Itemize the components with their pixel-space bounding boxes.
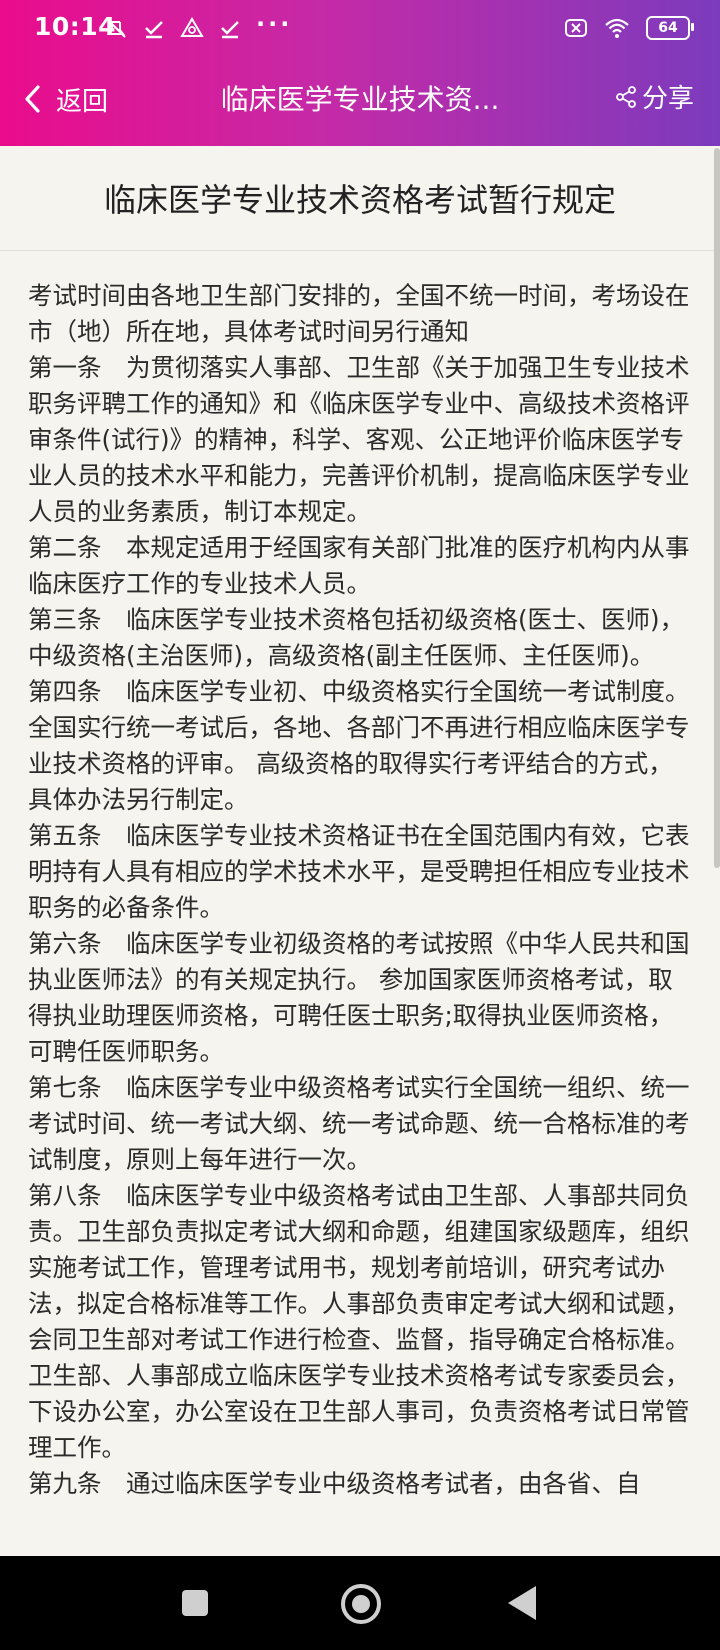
status-icons-left: ··· bbox=[104, 10, 293, 42]
top-navbar: 返回 临床医学专业技术资... 分享 bbox=[0, 56, 720, 146]
share-label: 分享 bbox=[641, 84, 694, 114]
back-label: 返回 bbox=[56, 86, 109, 117]
paragraph: 第八条 临床医学专业中级资格考试由卫生部、人事部共同负责。卫生部负责拟定考试大纲… bbox=[28, 1181, 690, 1462]
back-button[interactable]: 返回 bbox=[22, 76, 108, 122]
wifi-icon bbox=[605, 18, 629, 38]
battery-icon: 64 bbox=[646, 16, 694, 40]
scrollbar[interactable] bbox=[714, 148, 720, 868]
paragraph: 第六条 临床医学专业初级资格的考试按照《中华人民共和国执业医师法》的有关规定执行… bbox=[28, 929, 690, 1066]
recents-square-icon[interactable] bbox=[182, 1590, 208, 1616]
page-title: 临床医学专业技术资... bbox=[220, 83, 500, 116]
status-icons-right: 64 bbox=[564, 14, 694, 42]
paragraph: 第四条 临床医学专业初、中级资格实行全国统一考试制度。全国实行统一考试后，各地、… bbox=[28, 677, 690, 814]
download-check-icon bbox=[221, 21, 239, 39]
status-bar: 10:14 ··· 64 bbox=[0, 0, 720, 56]
alert-triangle-icon bbox=[180, 17, 204, 37]
document-heading: 临床医学专业技术资格考试暂行规定 bbox=[0, 146, 720, 251]
paragraph: 第九条 通过临床医学专业中级资格考试者，由各省、自 bbox=[28, 1469, 641, 1498]
document-body[interactable]: 考试时间由各地卫生部门安排的，全国不统一时间，考场设在市（地）所在地，具体考试时… bbox=[28, 278, 692, 1556]
paragraph: 考试时间由各地卫生部门安排的，全国不统一时间，考场设在市（地）所在地，具体考试时… bbox=[28, 281, 690, 346]
battery-level: 64 bbox=[658, 20, 678, 36]
paragraph: 第一条 为贯彻落实人事部、卫生部《关于加强卫生专业技术职务评聘工作的通知》和《临… bbox=[28, 353, 690, 526]
share-button[interactable]: 分享 bbox=[614, 78, 694, 115]
download-check-icon bbox=[145, 21, 163, 39]
paragraph: 第五条 临床医学专业技术资格证书在全国范围内有效，它表明持有人具有相应的学术技术… bbox=[28, 821, 690, 922]
system-navigation-bar bbox=[0, 1556, 720, 1650]
app-header: 10:14 ··· 64 返回 临床医学专业技术资... 分享 bbox=[0, 0, 720, 146]
paragraph: 第三条 临床医学专业技术资格包括初级资格(医士、医师)，中级资格(主治医师)，高… bbox=[28, 605, 685, 670]
mute-icon bbox=[106, 18, 126, 38]
home-circle-icon[interactable] bbox=[341, 1584, 381, 1624]
paragraph: 第二条 本规定适用于经国家有关部门批准的医疗机构内从事临床医疗工作的专业技术人员… bbox=[28, 533, 690, 598]
chevron-left-icon bbox=[25, 85, 40, 113]
share-icon bbox=[616, 85, 636, 108]
sim-off-icon bbox=[565, 19, 587, 37]
more-dots-icon: ··· bbox=[256, 10, 293, 38]
back-triangle-icon[interactable] bbox=[508, 1586, 536, 1620]
paragraph: 第七条 临床医学专业中级资格考试实行全国统一组织、统一考试时间、统一考试大纲、统… bbox=[28, 1073, 690, 1174]
